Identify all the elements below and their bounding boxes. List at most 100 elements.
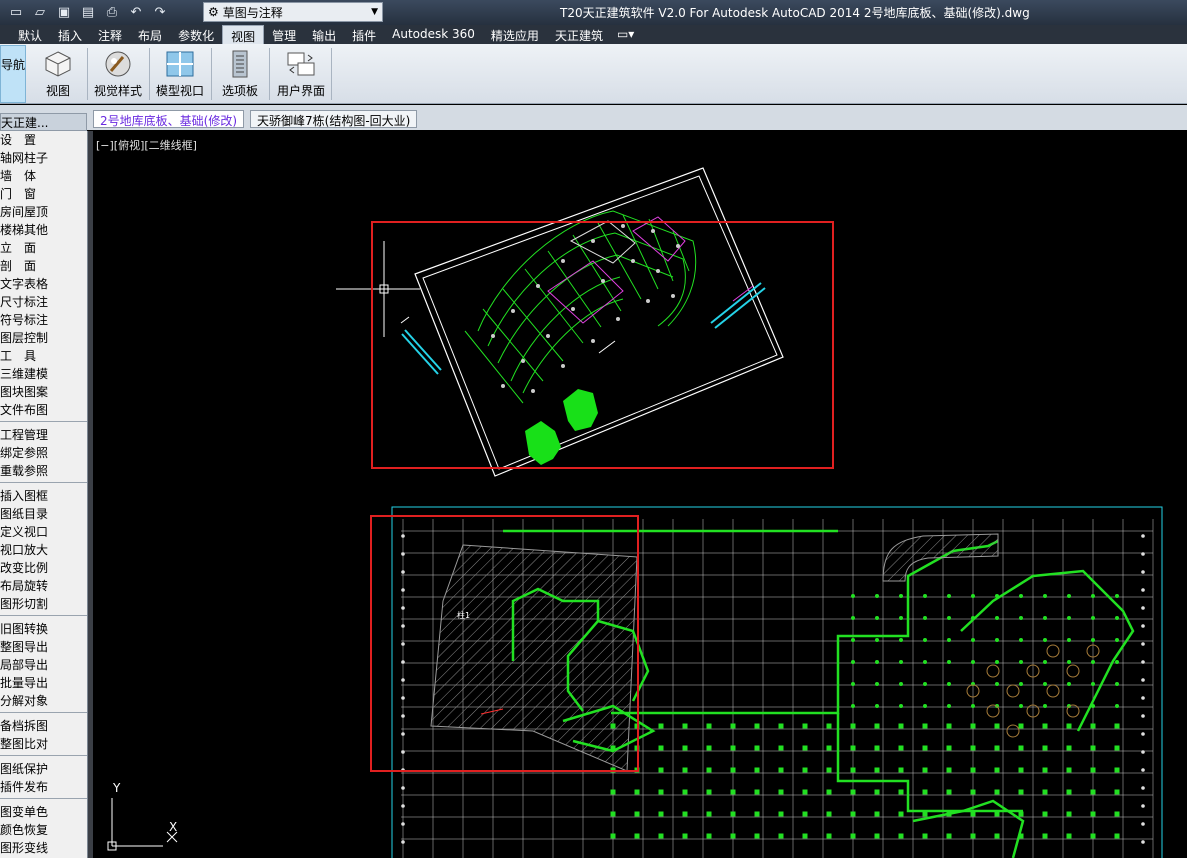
tool-menu-item[interactable]: 绑定参照 [0,444,87,462]
column-marker [850,833,856,839]
tool-menu-item[interactable]: 分解对象 [0,692,87,710]
tool-menu-item[interactable]: 重载参照 [0,462,87,480]
column-marker [899,682,903,686]
tool-menu-item[interactable]: 图纸保护 [0,760,87,778]
column-marker [778,745,784,751]
tab-2[interactable]: 注释 [90,25,130,44]
tool-menu-item[interactable]: 工 具 [0,347,87,365]
column-marker [995,660,999,664]
tool-menu-item[interactable]: 工程管理 [0,426,87,444]
column-marker [875,682,879,686]
tool-menu-item[interactable]: 图形变线 [0,839,87,857]
tool-menu-item[interactable]: 门 窗 [0,185,87,203]
tool-menu-item[interactable]: 设 置 [0,131,87,149]
cad-drawing[interactable]: 柱1 Y X [93,131,1187,858]
tool-menu-item[interactable]: 图层控制 [0,329,87,347]
undo-icon[interactable]: ↶ [126,3,146,23]
column-marker [970,789,976,795]
tool-menu-item[interactable]: 视口放大 [0,541,87,559]
column-marker [994,811,1000,817]
palettes-button[interactable]: 选项板 [214,46,266,102]
user-interface-button[interactable]: 用户界面 [272,46,330,102]
tool-menu-item[interactable]: 旧图转换 [0,620,87,638]
tab-6[interactable]: 管理 [264,25,304,44]
file-tab-active[interactable]: 2号地库底板、基础(修改) [93,110,244,128]
tool-menu-item[interactable]: 批量导出 [0,674,87,692]
axis-bubble [1141,750,1145,754]
column-marker [1115,594,1119,598]
tool-menu-item[interactable]: 改变比例 [0,559,87,577]
column-marker [850,723,856,729]
workspace-dropdown[interactable]: ⚙ 草图与注释 ▼ [203,2,383,22]
tool-menu-item[interactable]: 尺寸标注 [0,293,87,311]
column-marker [875,594,879,598]
ribbon-options-icon[interactable]: ▭▾ [611,25,640,44]
new-file-icon[interactable]: ▭ [6,3,26,23]
tool-menu-item[interactable]: 立 面 [0,239,87,257]
tool-menu-item[interactable]: 图变单色 [0,803,87,821]
view-button[interactable]: 视图 [32,46,84,102]
tab-10[interactable]: 精选应用 [483,25,547,44]
tool-menu-item[interactable]: 房间屋顶 [0,203,87,221]
viewport-label[interactable]: [−][俯视][二维线框] [96,137,197,153]
save-as-icon[interactable]: ▤ [78,3,98,23]
column-marker [947,682,951,686]
tab-9[interactable]: Autodesk 360 [384,25,483,44]
tab-4[interactable]: 参数化 [170,25,222,44]
column-marker [1019,638,1023,642]
left-panel-header[interactable]: 天正建... [0,113,87,131]
tab-8[interactable]: 插件 [344,25,384,44]
drawing-canvas[interactable]: [−][俯视][二维线框] 柱1 Y X [93,131,1187,858]
save-icon[interactable]: ▣ [54,3,74,23]
navigation-button[interactable]: 导航 [0,45,26,103]
tool-menu-item[interactable]: 楼梯其他 [0,221,87,239]
tool-menu-item[interactable]: 局部导出 [0,656,87,674]
column-marker [922,811,928,817]
column-marker [1066,745,1072,751]
tool-menu-item[interactable]: 文字表格 [0,275,87,293]
column-marker [946,833,952,839]
tool-menu-item[interactable]: 剖 面 [0,257,87,275]
axis-bubble [1141,678,1145,682]
file-tab[interactable]: 天骄御峰7栋(结构图-回大业) [250,110,418,128]
user-interface-label: 用户界面 [276,84,325,98]
visual-style-button[interactable]: 视觉样式 [90,46,146,102]
tool-menu-item[interactable]: 插入图框 [0,487,87,505]
axis-bubble [401,642,405,646]
axis-bubble [1141,804,1145,808]
open-folder-icon[interactable]: ▱ [30,3,50,23]
tool-menu-item[interactable]: 插件发布 [0,778,87,796]
tab-7[interactable]: 输出 [304,25,344,44]
tab-5[interactable]: 视图 [222,25,265,44]
column-marker [1018,723,1024,729]
column-marker [946,723,952,729]
tab-1[interactable]: 插入 [50,25,90,44]
tool-menu-item[interactable]: 备档拆图 [0,717,87,735]
column-marker [923,616,927,620]
tool-menu-item[interactable]: 图纸目录 [0,505,87,523]
column-marker [1018,811,1024,817]
tab-3[interactable]: 布局 [130,25,170,44]
tab-11[interactable]: 天正建筑 [547,25,611,44]
tool-menu-item[interactable]: 轴网柱子 [0,149,87,167]
tool-menu-item[interactable]: 定义视口 [0,523,87,541]
column-marker [802,745,808,751]
tool-menu-item[interactable]: 三维建模 [0,365,87,383]
tool-menu-item[interactable]: 文件布图 [0,401,87,419]
tool-menu-item[interactable]: 布局旋转 [0,577,87,595]
column-marker [658,789,664,795]
model-viewport-button[interactable]: 模型视口 [152,46,208,102]
tool-menu-item[interactable]: 图块图案 [0,383,87,401]
tool-menu-item[interactable]: 颜色恢复 [0,821,87,839]
print-icon[interactable]: ⎙ [102,3,122,23]
column-marker [1043,660,1047,664]
tool-menu-item[interactable]: 整图导出 [0,638,87,656]
tab-0[interactable]: 默认 [10,25,50,44]
tool-menu-item[interactable]: 墙 体 [0,167,87,185]
column-marker [970,833,976,839]
tool-menu-item[interactable]: 图形切割 [0,595,87,613]
redo-icon[interactable]: ↷ [150,3,170,23]
column-marker [874,789,880,795]
tool-menu-item[interactable]: 符号标注 [0,311,87,329]
tool-menu-item[interactable]: 整图比对 [0,735,87,753]
